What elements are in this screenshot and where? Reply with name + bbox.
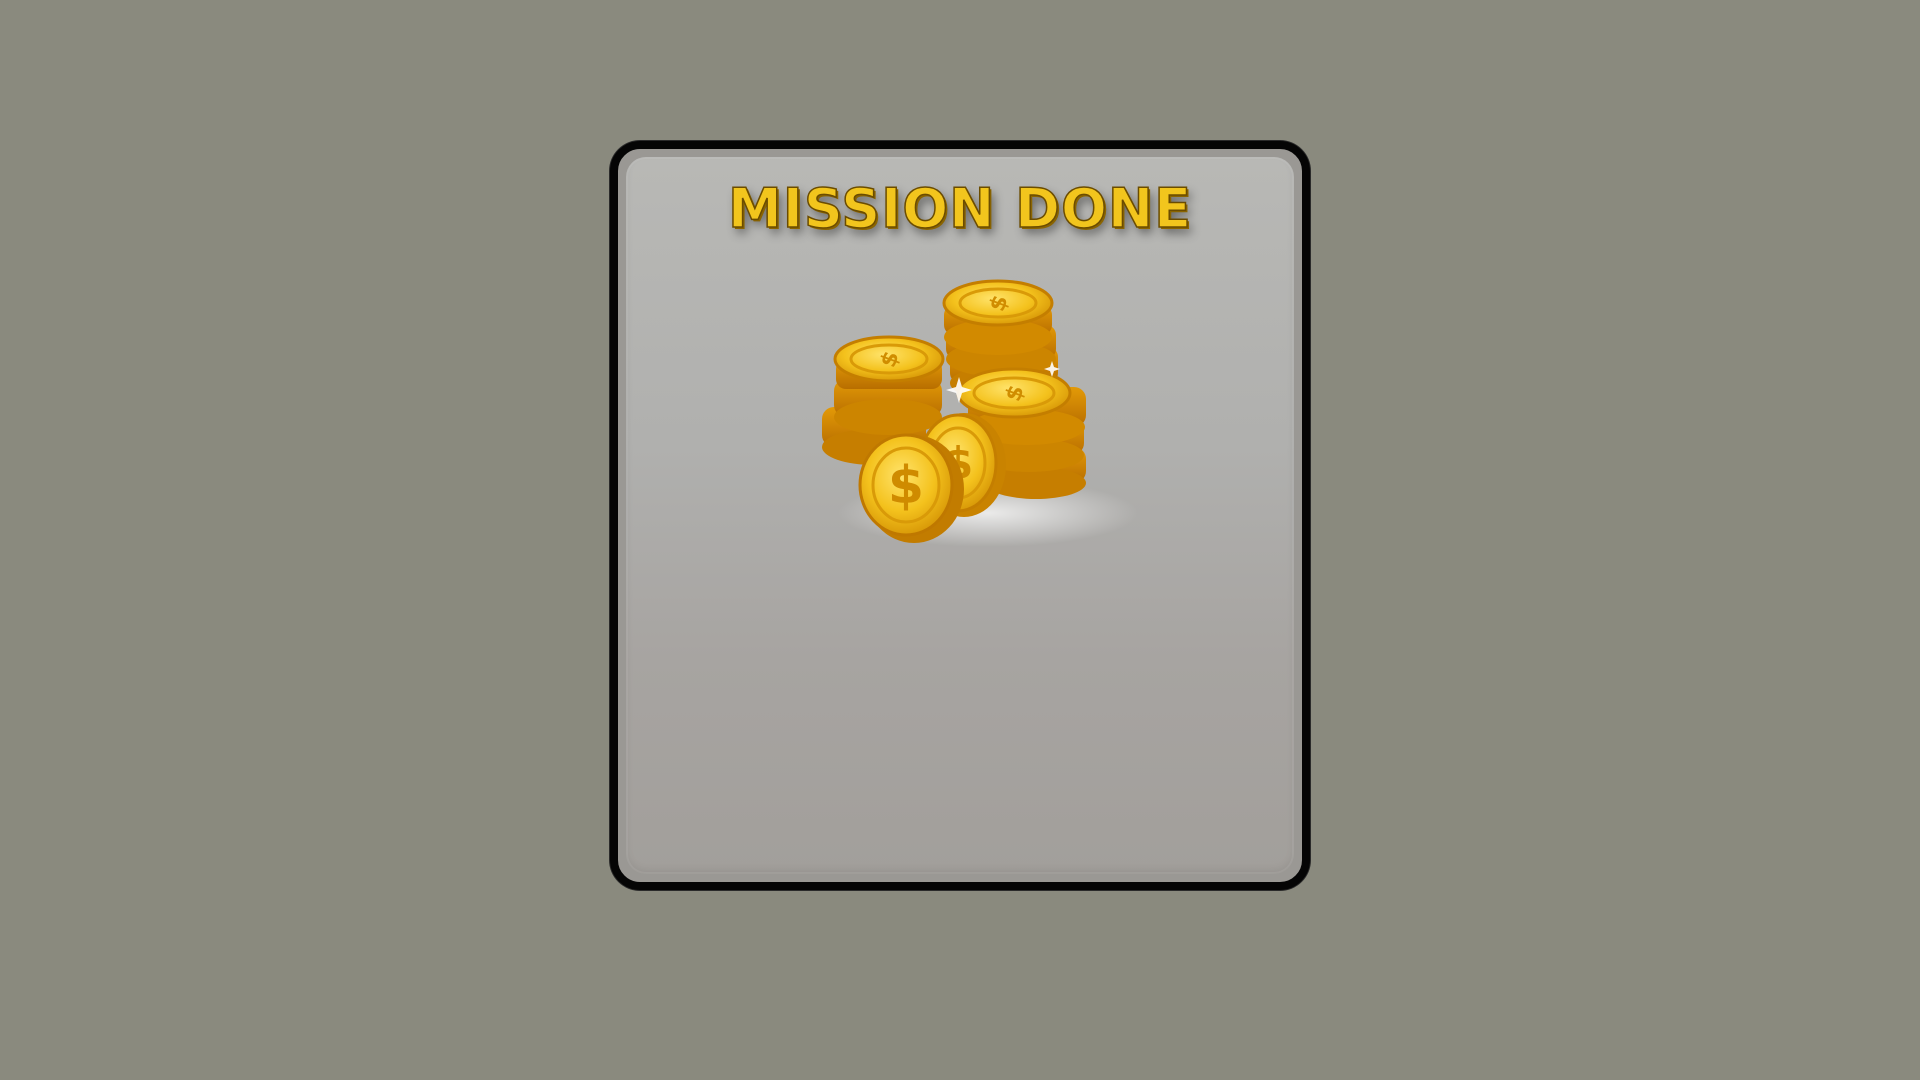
coin-symbol: $ (888, 456, 924, 516)
mission-complete-dialog: MISSION DONE $ $ $ $ (610, 141, 1310, 890)
dialog-title: MISSION DONE (727, 176, 1192, 241)
gold-coins-stack-icon: $ $ $ $ (822, 279, 1138, 547)
dialog-body: MISSION DONE $ $ $ $ (626, 157, 1294, 874)
